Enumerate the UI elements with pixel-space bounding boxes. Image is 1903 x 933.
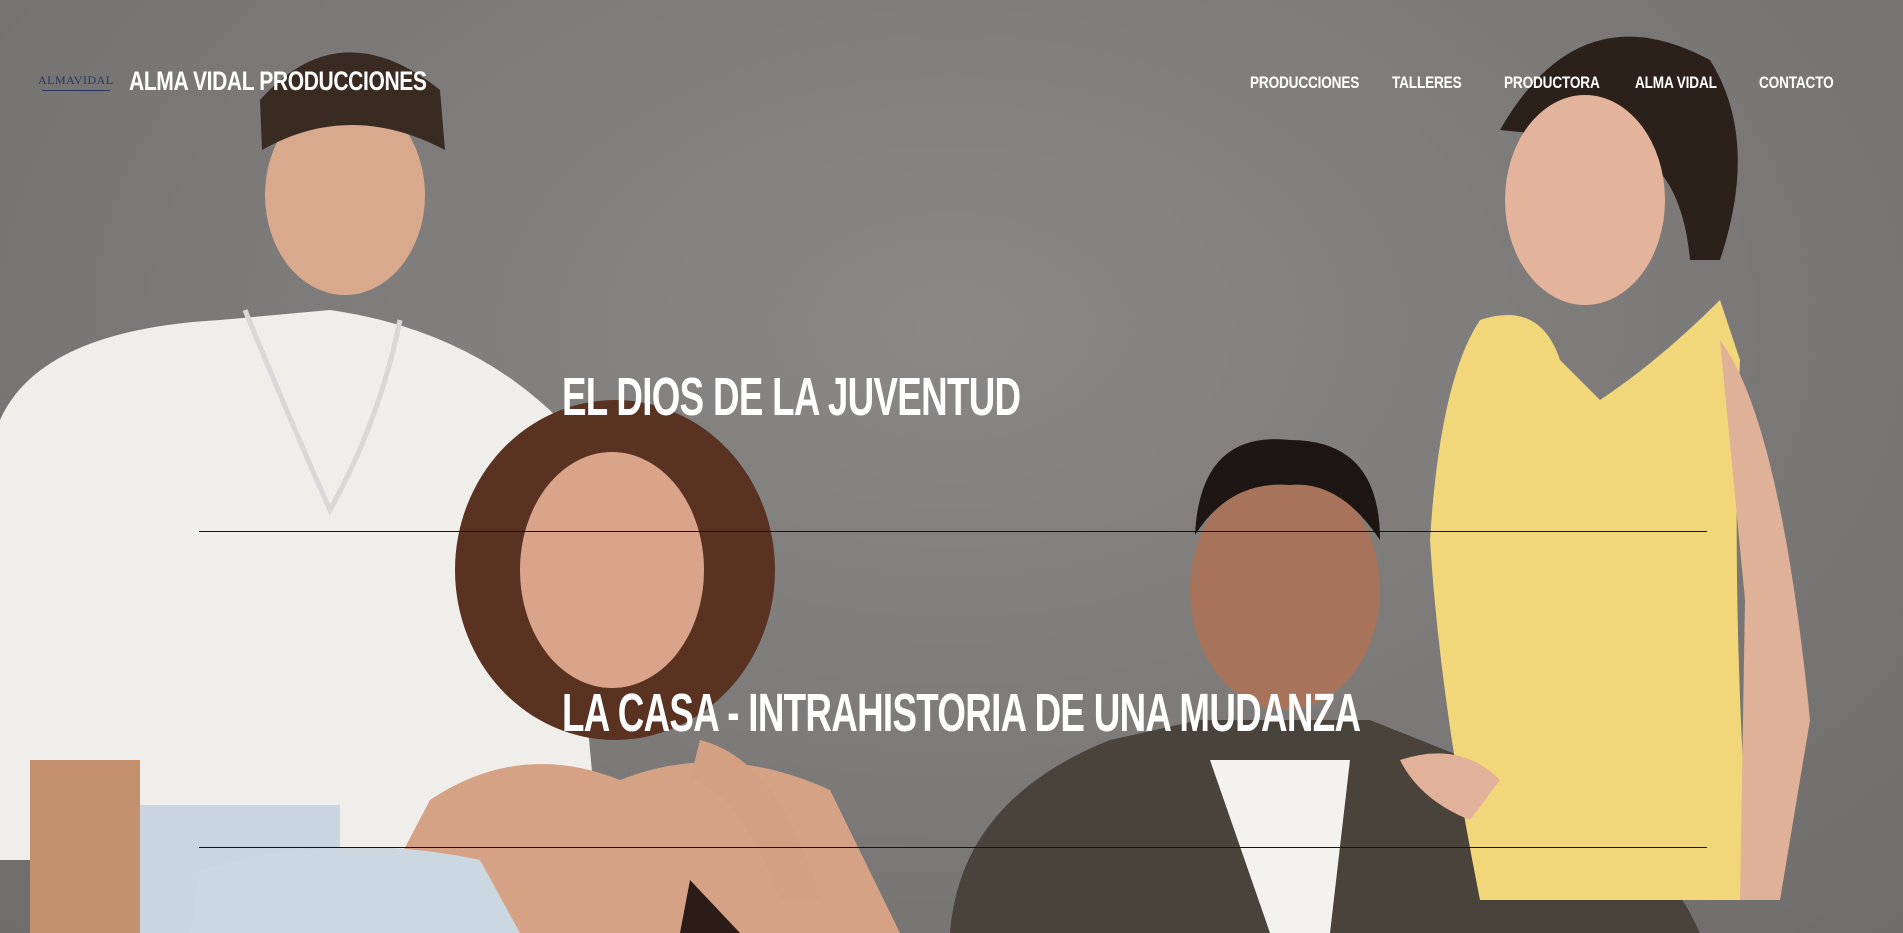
nav-item-producciones[interactable]: PRODUCCIONES	[1250, 73, 1359, 93]
site-header: ALMAVIDAL ALMA VIDAL PRODUCCIONES PRODUC…	[0, 0, 1903, 170]
nav-item-talleres[interactable]: TALLERES	[1392, 73, 1462, 93]
production-title-la-casa[interactable]: LA CASA - INTRAHISTORIA DE UNA MUDANZA	[562, 682, 1361, 744]
production-divider	[199, 531, 1707, 532]
nav-item-productora[interactable]: PRODUCTORA	[1504, 73, 1600, 93]
production-divider	[199, 847, 1707, 848]
production-title-el-dios-de-la-juventud[interactable]: EL DIOS DE LA JUVENTUD	[562, 366, 1021, 428]
nav-item-alma-vidal[interactable]: ALMA VIDAL	[1635, 73, 1717, 93]
site-logo[interactable]: ALMAVIDAL	[38, 73, 114, 91]
nav-item-contacto[interactable]: CONTACTO	[1759, 73, 1834, 93]
brand-name[interactable]: ALMA VIDAL PRODUCCIONES	[129, 66, 427, 97]
